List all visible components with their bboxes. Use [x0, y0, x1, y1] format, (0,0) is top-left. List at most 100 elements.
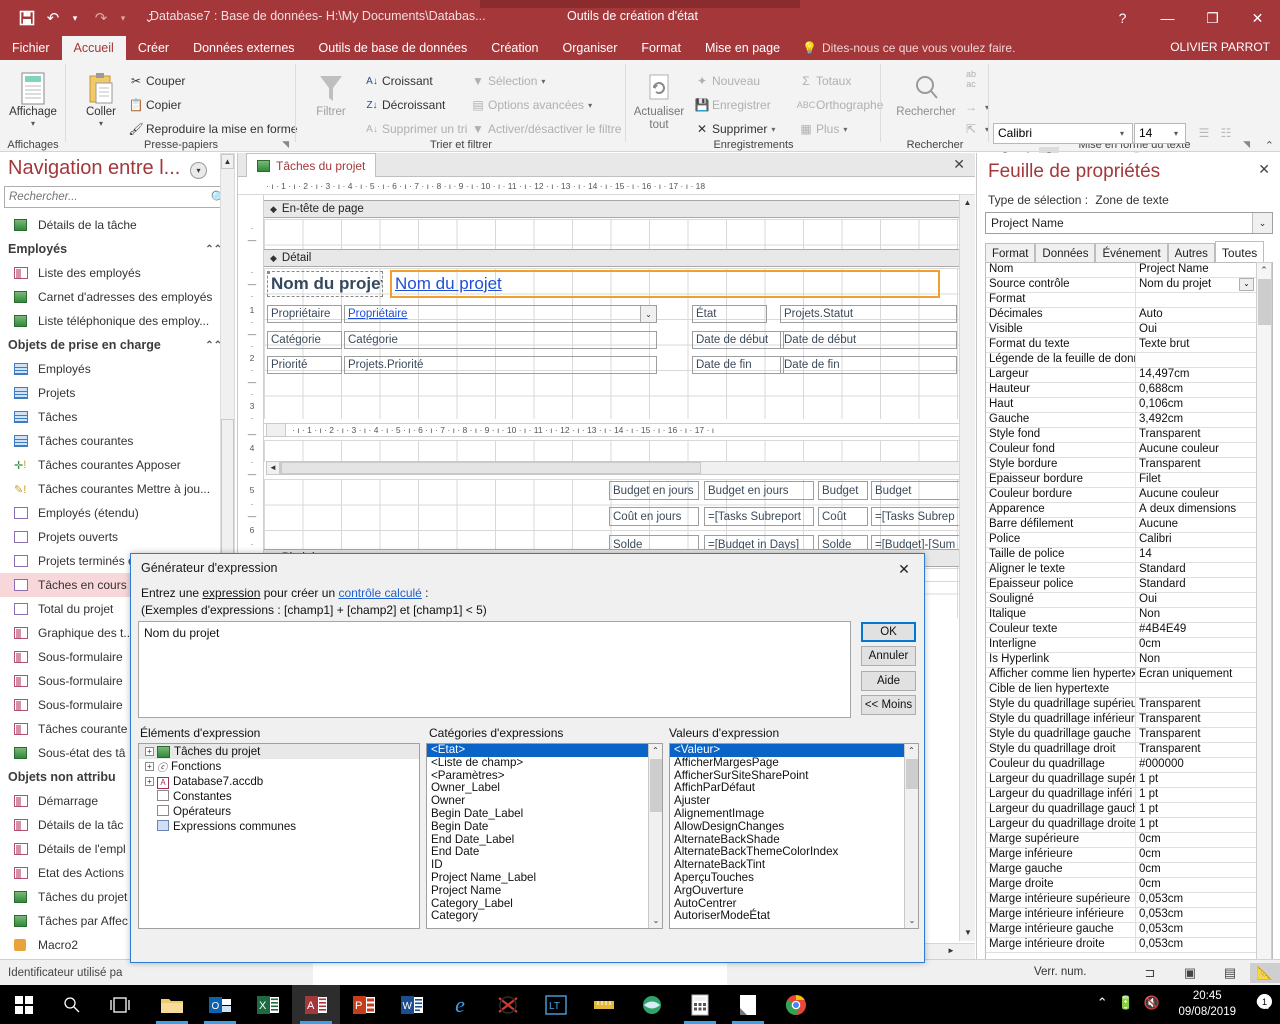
property-row[interactable]: Marge intérieure gauche 0,053cm: [986, 923, 1272, 938]
property-row[interactable]: Épaisseur bordure Filet: [986, 473, 1272, 488]
expand-icon[interactable]: +: [145, 762, 154, 771]
scroll-thumb[interactable]: [906, 759, 918, 789]
subreport-scroll-left-icon[interactable]: ◄: [266, 461, 280, 475]
property-row[interactable]: Marge intérieure droite 0,053cm: [986, 938, 1272, 953]
control-project-name-textbox[interactable]: Nom du projet: [390, 270, 940, 298]
property-row[interactable]: Afficher comme lien hypertex Écran unique…: [986, 668, 1272, 683]
property-row[interactable]: Couleur fond Aucune couleur: [986, 443, 1272, 458]
activer-filtre-button[interactable]: ▼ Activer/désactiver le filtre: [468, 118, 621, 140]
tree-item-constantes[interactable]: Constantes: [139, 789, 419, 804]
property-value[interactable]: 1 pt: [1136, 818, 1272, 832]
property-row[interactable]: Style du quadrillage gauche Transparent: [986, 728, 1272, 743]
nouveau-button[interactable]: ✦ Nouveau: [692, 70, 760, 92]
tab-creer[interactable]: Créer: [126, 36, 181, 60]
nav-item-employes-table[interactable]: Employés: [0, 357, 238, 381]
property-value[interactable]: 1 pt: [1136, 773, 1272, 787]
category-item[interactable]: Category: [427, 910, 662, 923]
globe-app-icon[interactable]: [628, 985, 676, 1024]
selection-caret-icon[interactable]: ▾: [541, 77, 545, 86]
scroll-down-icon[interactable]: ⌄: [905, 914, 918, 928]
property-value-control-source[interactable]: Nom du projet⌄···: [1136, 278, 1272, 292]
property-value[interactable]: 0,688cm: [1136, 383, 1272, 397]
chevron-down-icon[interactable]: ⌄: [1252, 213, 1272, 233]
notepad-icon[interactable]: [724, 985, 772, 1024]
property-value[interactable]: 0cm: [1136, 833, 1272, 847]
nav-item-taches-table[interactable]: Tâches: [0, 405, 238, 429]
tree-item-fonctions[interactable]: + ⓒ Fonctions: [139, 759, 419, 774]
tab-outils-base-de-donnees[interactable]: Outils de base de données: [307, 36, 480, 60]
nav-item-taches-courantes-table[interactable]: Tâches courantes: [0, 429, 238, 453]
control-cost-label[interactable]: Coût: [818, 507, 868, 526]
property-row[interactable]: Taille de police 14: [986, 548, 1272, 563]
categories-scrollbar[interactable]: ⌃ ⌄: [648, 744, 662, 928]
category-item[interactable]: Project Name: [427, 884, 662, 898]
document-tab-taches-du-projet[interactable]: Tâches du projet: [246, 153, 377, 177]
property-row[interactable]: Style du quadrillage droit Transparent: [986, 743, 1272, 758]
user-account-label[interactable]: OLIVIER PARROT: [1170, 40, 1270, 54]
property-value[interactable]: Oui: [1136, 593, 1272, 607]
property-row[interactable]: Largeur 14,497cm: [986, 368, 1272, 383]
nav-item-details-de-la-tache[interactable]: Détails de la tâche: [0, 213, 238, 237]
control-end-date-label[interactable]: Date de fin: [692, 356, 784, 374]
expression-textarea[interactable]: Nom du projet: [138, 621, 851, 718]
undo-dropdown-icon[interactable]: ▾: [62, 5, 88, 31]
property-row[interactable]: Barre défilement Aucune: [986, 518, 1272, 533]
tab-mise-en-page[interactable]: Mise en page: [693, 36, 792, 60]
close-property-sheet-icon[interactable]: ✕: [1258, 161, 1270, 178]
property-value[interactable]: Standard: [1136, 563, 1272, 577]
property-row[interactable]: Couleur texte #4B4E49: [986, 623, 1272, 638]
property-value[interactable]: [1136, 683, 1272, 697]
tab-creation[interactable]: Création: [479, 36, 550, 60]
property-value[interactable]: Oui: [1136, 323, 1272, 337]
expression-builder-dialog[interactable]: Générateur d'expression ✕ Entrez une exp…: [130, 553, 925, 963]
taskbar-clock[interactable]: 20:45 09/08/2019: [1178, 988, 1236, 1020]
property-row[interactable]: Légende de la feuille de donn: [986, 353, 1272, 368]
nav-group-objets-prise-en-charge[interactable]: Objets de prise en charge ⌃⌃: [0, 333, 238, 357]
chevron-down-icon[interactable]: ⌄: [1239, 278, 1254, 291]
value-item[interactable]: AfficherMargesPage: [670, 756, 918, 770]
nav-item-projets-ouverts[interactable]: Projets ouverts: [0, 525, 238, 549]
property-row[interactable]: Marge gauche 0cm: [986, 863, 1272, 878]
property-value[interactable]: 0cm: [1136, 878, 1272, 892]
property-row[interactable]: Format: [986, 293, 1272, 308]
property-row[interactable]: Marge intérieure inférieure 0,053cm: [986, 908, 1272, 923]
nav-item-carnet-adresses[interactable]: Carnet d'adresses des employés: [0, 285, 238, 309]
property-value[interactable]: 0,053cm: [1136, 923, 1272, 937]
selection-button[interactable]: ▼ Sélection ▾: [468, 70, 545, 92]
property-row[interactable]: Largeur du quadrillage supér 1 pt: [986, 773, 1272, 788]
property-value[interactable]: #4B4E49: [1136, 623, 1272, 637]
word-icon[interactable]: W: [388, 985, 436, 1024]
notification-center-icon[interactable]: 🗨 1: [1254, 993, 1274, 1013]
control-priority-label[interactable]: Priorité: [267, 356, 342, 374]
task-view-icon[interactable]: [96, 985, 144, 1024]
nav-item-employes-etendu[interactable]: Employés (étendu): [0, 501, 238, 525]
property-value[interactable]: Filet: [1136, 473, 1272, 487]
scroll-thumb[interactable]: [281, 462, 701, 474]
scroll-up-icon[interactable]: ▲: [960, 195, 975, 211]
property-value[interactable]: [1136, 353, 1272, 367]
tab-donnees-externes[interactable]: Données externes: [181, 36, 306, 60]
control-status-label[interactable]: État: [692, 305, 767, 323]
property-row[interactable]: Apparence À deux dimensions: [986, 503, 1272, 518]
scroll-right-icon[interactable]: ►: [943, 944, 959, 959]
property-row[interactable]: Style du quadrillage inférieur Transparen…: [986, 713, 1272, 728]
outlook-icon[interactable]: O: [196, 985, 244, 1024]
value-item[interactable]: AutoriserModeÉtat: [670, 910, 918, 923]
access-icon[interactable]: A: [292, 985, 340, 1024]
expression-values-list[interactable]: <Valeur> AfficherMargesPage AfficherSurS…: [669, 743, 919, 929]
control-budget-label[interactable]: Budget: [818, 481, 868, 500]
control-project-name-label[interactable]: Nom du projet: [267, 271, 383, 297]
select-button[interactable]: ⇱ ▾: [961, 118, 989, 140]
tab-accueil[interactable]: Accueil: [61, 36, 126, 60]
control-end-date-textbox[interactable]: Date de fin: [780, 356, 957, 374]
nav-group-employes[interactable]: Employés ⌃⌃: [0, 237, 238, 261]
property-row[interactable]: Largeur du quadrillage inféri 1 pt: [986, 788, 1272, 803]
rechercher-button[interactable]: Rechercher: [895, 66, 957, 119]
view-design-button[interactable]: 📐: [1250, 963, 1280, 983]
view-print-preview-button[interactable]: ▣: [1175, 963, 1205, 983]
tab-toutes[interactable]: Toutes: [1214, 241, 1265, 263]
property-value[interactable]: Calibri: [1136, 533, 1272, 547]
actualiser-tout-button[interactable]: Actualiser tout: [628, 66, 690, 132]
control-budget-days-textbox[interactable]: Budget en jours: [704, 481, 814, 500]
expression-categories-list[interactable]: <État> <Liste de champ> <Paramètres> Own…: [426, 743, 663, 929]
